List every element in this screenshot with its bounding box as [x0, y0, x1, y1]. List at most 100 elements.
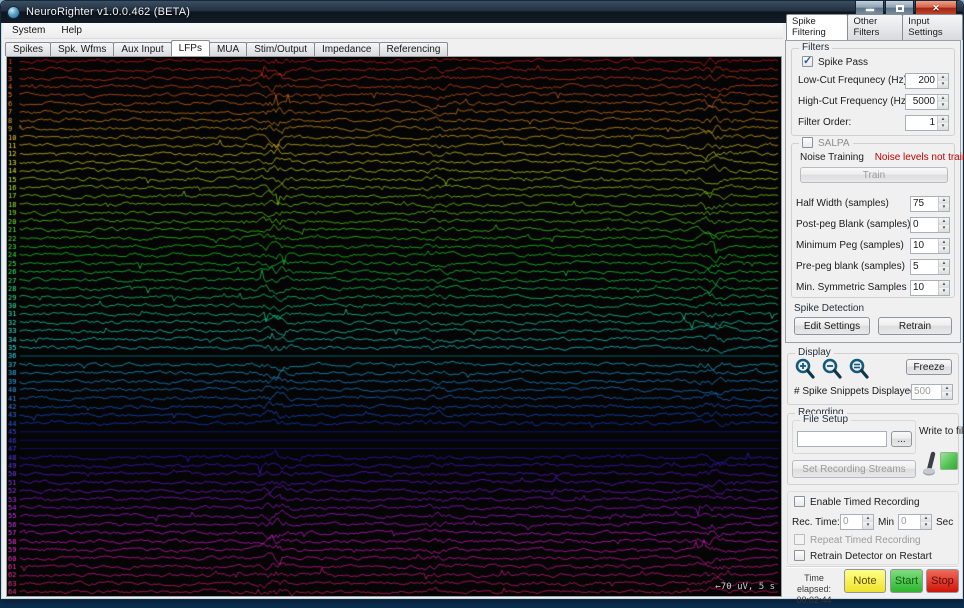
file-setup-label: File Setup [800, 414, 852, 425]
minimum-peg-label: Minimum Peg (samples) [796, 240, 904, 251]
noise-warning-text: Noise levels not trained. [874, 152, 964, 163]
tab-referencing[interactable]: Referencing [378, 42, 449, 56]
edit-settings-button[interactable]: Edit Settings [794, 317, 870, 335]
rec-time-sec-spinner[interactable]: 0 ▲ ▼ [898, 514, 932, 530]
tab-input-settings[interactable]: Input Settings [902, 14, 963, 40]
tab-impedance[interactable]: Impedance [314, 42, 380, 56]
set-recording-streams-button[interactable]: Set Recording Streams [792, 460, 916, 478]
file-path-input[interactable] [797, 431, 887, 447]
tab-spk-wfms[interactable]: Spk. Wfms [50, 42, 115, 56]
min-symmetric-samples-label: Min. Symmetric Samples [796, 282, 907, 293]
right-tab-strip: Spike Filtering Other Filters Input Sett… [786, 14, 963, 40]
file-setup-group: File Setup ... [792, 414, 916, 454]
pre-peg-blank-spinner[interactable]: 5 ▲ ▼ [910, 259, 950, 275]
min-unit-label: Min [878, 517, 895, 528]
scale-label: ←70 uV, 5 s [715, 582, 775, 592]
zoom-reset-icon[interactable] [848, 358, 870, 380]
spinner-arrows-icon[interactable]: ▲ ▼ [938, 281, 949, 295]
salpa-group: SALPA Noise Training Noise levels not tr… [791, 137, 964, 298]
filter-order-spinner[interactable]: 1 ▲ ▼ [905, 115, 949, 131]
menu-item-system[interactable]: System [4, 24, 53, 37]
spike-pass-label: Spike Pass [818, 57, 869, 68]
tab-spikes[interactable]: Spikes [5, 42, 52, 56]
retrain-detector-label: Retrain Detector on Restart [810, 551, 932, 562]
spike-pass-checkbox[interactable] [802, 54, 813, 67]
record-switch-icon[interactable] [920, 448, 940, 478]
repeat-timed-recording-label: Repeat Timed Recording [810, 535, 921, 546]
client-area: System Help Spikes Spk. Wfms Aux Input L… [4, 14, 964, 605]
write-to-file-label: Write to file? [919, 426, 964, 437]
spinner-arrows-icon[interactable]: ▲ ▼ [937, 116, 948, 130]
tab-lfps[interactable]: LFPs [170, 40, 210, 56]
filters-group-title: Filters [799, 42, 833, 53]
time-elapsed-value: 00:02:44 [796, 595, 832, 605]
time-elapsed-label: Time elapsed: [796, 573, 832, 594]
spinner-arrows-icon[interactable]: ▲ ▼ [941, 385, 952, 399]
timed-recording-group: Enable Timed Recording Rec. Time: 0 ▲ ▼ Mi… [787, 491, 959, 565]
noise-training-label: Noise Training [800, 152, 864, 163]
minimize-icon [865, 9, 874, 11]
right-panel: Spike Filtering Other Filters Input Sett… [784, 14, 964, 605]
retrain-button[interactable]: Retrain [878, 317, 952, 335]
app-icon [7, 5, 20, 19]
half-width-spinner[interactable]: 75 ▲ ▼ [910, 196, 950, 212]
pre-peg-blank-label: Pre-peg blank (samples) [796, 261, 905, 272]
spinner-arrows-icon[interactable]: ▲ ▼ [938, 197, 949, 211]
app-window: NeuroRighter v1.0.0.462 (BETA) System He… [0, 0, 964, 605]
display-group-title: Display [795, 347, 834, 358]
post-peg-blank-spinner[interactable]: 0 ▲ ▼ [910, 217, 950, 233]
spinner-arrows-icon[interactable]: ▲ ▼ [938, 218, 949, 232]
retrain-detector-checkbox[interactable] [794, 550, 805, 561]
low-cut-spinner[interactable]: 200 ▲ ▼ [905, 73, 949, 89]
maximize-icon [895, 4, 904, 12]
post-peg-blank-label: Post-peg Blank (samples) [796, 219, 911, 230]
salpa-checkbox[interactable] [802, 137, 813, 148]
stop-button[interactable]: Stop [926, 569, 959, 593]
zoom-in-icon[interactable] [794, 358, 816, 380]
repeat-timed-recording-checkbox[interactable] [794, 534, 805, 545]
filter-order-label: Filter Order: [798, 117, 852, 128]
spinner-arrows-icon[interactable]: ▲ ▼ [937, 95, 948, 109]
filters-group: Filters Spike Pass Low-Cut Frequnecy (Hz… [791, 42, 955, 136]
spike-filtering-page: Filters Spike Pass Low-Cut Frequnecy (Hz… [785, 40, 964, 343]
recording-group: Recording File Setup ... Write to file? … [787, 407, 964, 485]
minimum-peg-spinner[interactable]: 10 ▲ ▼ [910, 238, 950, 254]
rec-time-min-spinner[interactable]: 0 ▲ ▼ [840, 514, 874, 530]
spinner-arrows-icon[interactable]: ▲ ▼ [937, 74, 948, 88]
low-cut-label: Low-Cut Frequnecy (Hz): [798, 75, 910, 86]
tab-spike-filtering[interactable]: Spike Filtering [786, 14, 849, 40]
spike-snippets-label: # Spike Snippets Displayed [794, 386, 916, 397]
min-symmetric-samples-spinner[interactable]: 10 ▲ ▼ [910, 280, 950, 296]
enable-timed-recording-checkbox[interactable] [794, 496, 805, 507]
spike-detection-title: Spike Detection [794, 303, 865, 314]
start-button[interactable]: Start [890, 569, 923, 593]
enable-timed-recording-label: Enable Timed Recording [810, 497, 920, 508]
window-title: NeuroRighter v1.0.0.462 (BETA) [26, 6, 191, 18]
train-button[interactable]: Train [800, 167, 948, 183]
rec-time-label: Rec. Time: [792, 517, 840, 528]
menu-bar: System Help [4, 23, 783, 39]
spinner-arrows-icon[interactable]: ▲ ▼ [920, 515, 931, 529]
record-indicator [940, 452, 958, 470]
half-width-label: Half Width (samples) [796, 198, 889, 209]
browse-button[interactable]: ... [891, 431, 912, 447]
sec-unit-label: Sec [936, 517, 954, 528]
tab-mua[interactable]: MUA [208, 42, 248, 56]
spinner-arrows-icon[interactable]: ▲ ▼ [938, 239, 949, 253]
zoom-out-icon[interactable] [821, 358, 843, 380]
note-button[interactable]: Note [844, 569, 886, 593]
tab-stim-output[interactable]: Stim/Output [246, 42, 316, 56]
spinner-arrows-icon[interactable]: ▲ ▼ [862, 515, 873, 529]
waveform-display: ←70 uV, 5 s [6, 56, 782, 597]
spike-snippets-spinner[interactable]: 500 ▲ ▼ [911, 384, 953, 400]
tab-aux-input[interactable]: Aux Input [113, 42, 172, 56]
spinner-arrows-icon[interactable]: ▲ ▼ [938, 260, 949, 274]
tab-other-filters[interactable]: Other Filters [847, 14, 904, 40]
menu-item-help[interactable]: Help [53, 24, 90, 37]
high-cut-spinner[interactable]: 5000 ▲ ▼ [905, 94, 949, 110]
salpa-group-title: SALPA [799, 137, 853, 149]
time-elapsed: Time elapsed: 00:02:44 [786, 573, 842, 606]
footer-divider [786, 566, 958, 568]
freeze-button[interactable]: Freeze [906, 359, 952, 375]
display-group: Display Freeze # Spike Snippets Displaye… [787, 347, 959, 405]
